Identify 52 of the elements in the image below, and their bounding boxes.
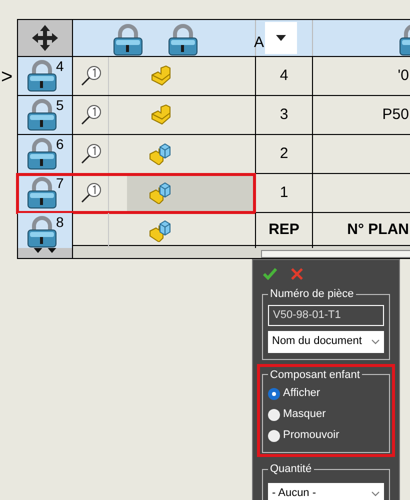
table-cell-text: REP bbox=[268, 220, 300, 240]
lock-icon bbox=[113, 24, 143, 56]
chevron-icon bbox=[371, 490, 380, 496]
caret-icon bbox=[276, 35, 286, 41]
chevron-icon bbox=[371, 338, 380, 344]
lock-icon bbox=[27, 99, 57, 131]
part-icon bbox=[149, 104, 171, 126]
row-number: 5 bbox=[56, 98, 64, 112]
row-number: 7 bbox=[56, 176, 64, 190]
magnifier-icon[interactable] bbox=[80, 182, 102, 204]
table-cell-text: '0 bbox=[398, 66, 409, 86]
lock-icon bbox=[27, 60, 57, 92]
row-header[interactable]: 7 bbox=[18, 174, 73, 212]
assembly-icon bbox=[149, 220, 171, 242]
row-number: 4 bbox=[56, 59, 64, 73]
part-icon bbox=[149, 65, 171, 87]
row-header[interactable]: 8 bbox=[18, 213, 73, 248]
dropdown[interactable]: - Aucun - bbox=[268, 482, 384, 500]
table-cell-text: 1 bbox=[280, 182, 288, 203]
lock-icon bbox=[27, 216, 57, 248]
radio-option[interactable]: Afficher bbox=[268, 383, 384, 404]
assembly-icon bbox=[149, 143, 171, 165]
table-cell-text: N° PLAN bbox=[347, 220, 409, 240]
table-cell-text: 3 bbox=[280, 104, 288, 125]
current-row-marker: > bbox=[1, 67, 13, 87]
row-header[interactable]: 5 bbox=[18, 96, 73, 134]
magnifier-icon[interactable] bbox=[80, 65, 102, 87]
row-number: 8 bbox=[56, 215, 64, 229]
dropdown[interactable]: Nom du document bbox=[268, 330, 384, 352]
column-header[interactable]: A bbox=[254, 32, 264, 54]
check-icon[interactable] bbox=[263, 268, 277, 280]
move-icon[interactable] bbox=[31, 24, 59, 52]
lock-icon bbox=[27, 138, 57, 170]
filter-dropdown[interactable] bbox=[265, 22, 298, 54]
group-title: Quantité bbox=[269, 462, 313, 477]
group-title: Composant enfant bbox=[269, 368, 361, 382]
radio-option[interactable]: Masquer bbox=[268, 404, 384, 425]
magnifier-icon[interactable] bbox=[80, 143, 102, 165]
table-cell-text: 2 bbox=[280, 144, 288, 164]
assembly-icon bbox=[149, 182, 171, 204]
table-cell-text: 4 bbox=[280, 66, 288, 86]
table-cell-text: P50 bbox=[382, 104, 409, 125]
lock-icon bbox=[168, 24, 198, 56]
row-header[interactable]: 4 bbox=[18, 57, 73, 95]
row-header[interactable]: 6 bbox=[18, 135, 73, 173]
lock-icon bbox=[27, 177, 57, 209]
magnifier-icon[interactable] bbox=[80, 104, 102, 126]
scrollbar-thumb[interactable] bbox=[261, 250, 410, 258]
radio-option[interactable]: Promouvoir bbox=[268, 425, 384, 446]
group-title: Numéro de pièce bbox=[269, 287, 355, 302]
input-field[interactable]: V50-98-01-T1 bbox=[268, 304, 384, 326]
row-number: 6 bbox=[56, 137, 64, 151]
